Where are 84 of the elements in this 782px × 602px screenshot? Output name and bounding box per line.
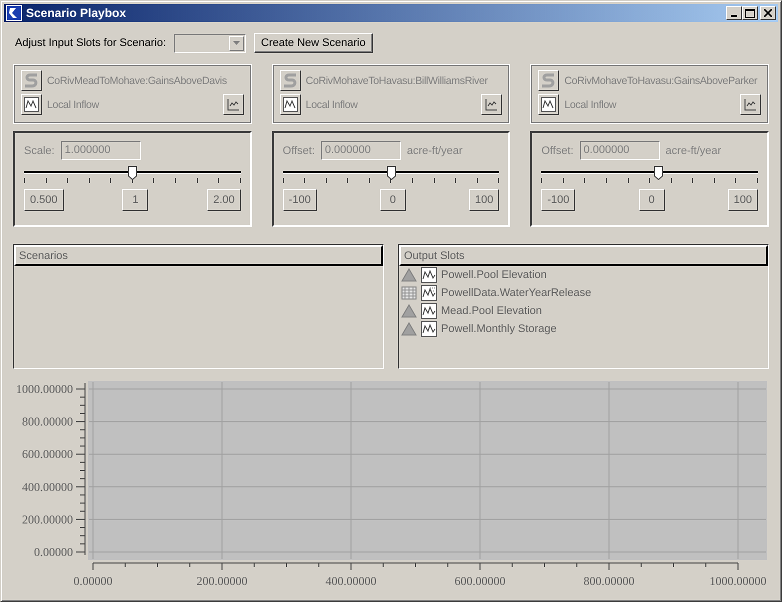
slider-thumb[interactable] [654, 166, 664, 180]
plot-icon [743, 97, 758, 112]
s-icon [541, 73, 556, 88]
scenario-label: Adjust Input Slots for Scenario: [15, 37, 166, 49]
graph-icon [421, 267, 437, 283]
output-slot-item[interactable]: PowellData.WaterYearRelease [441, 287, 592, 299]
slot-type: Local Inflow [306, 98, 359, 110]
mid-button[interactable]: 1 [122, 189, 148, 211]
s-icon [282, 73, 298, 88]
min-button[interactable]: -100 [282, 189, 317, 211]
min-button[interactable]: -100 [541, 189, 576, 211]
max-button[interactable]: 100 [728, 189, 758, 211]
triangle-icon [401, 268, 417, 282]
unit-label: acre-ft/year [406, 144, 463, 156]
slider[interactable] [282, 166, 500, 178]
value-field[interactable]: 0.000000 [320, 141, 401, 160]
x-tick-label: 200.00000 [196, 574, 248, 588]
create-scenario-button[interactable]: Create New Scenario [254, 33, 373, 53]
output-slot-item[interactable]: Powell.Monthly Storage [441, 323, 557, 335]
slider-thumb[interactable] [128, 166, 138, 180]
y-tick-label: 1000.00000 [16, 382, 73, 396]
value-field[interactable]: 1.000000 [60, 141, 141, 160]
slider-thumb[interactable] [387, 166, 396, 180]
slider[interactable] [541, 166, 758, 178]
plot-button[interactable] [222, 94, 244, 115]
plot-icon [484, 97, 500, 112]
x-tick-label: 0.00000 [74, 574, 112, 588]
y-tick-label: 800.00000 [22, 414, 73, 429]
value-field[interactable]: 0.000000 [580, 141, 660, 160]
list-header[interactable]: Scenarios [14, 245, 383, 266]
output-slot-item[interactable]: Mead.Pool Elevation [441, 305, 542, 317]
slider[interactable] [24, 166, 241, 178]
y-tick-label: 400.00000 [22, 480, 73, 494]
graph-icon [24, 97, 39, 112]
graph-icon [421, 303, 437, 319]
close-button[interactable] [760, 6, 776, 20]
mid-button[interactable]: 0 [638, 189, 665, 211]
unit-label: acre-ft/year [666, 144, 722, 156]
s-icon [24, 73, 39, 88]
y-tick-label: 200.00000 [22, 512, 73, 526]
slot-name: CoRivMohaveToHavasu:BillWilliamsRiver [306, 74, 488, 86]
plot-button[interactable] [740, 94, 762, 115]
slot-type: Local Inflow [47, 98, 100, 110]
close-icon [764, 9, 772, 17]
x-tick-label: 800.00000 [584, 574, 634, 588]
table-icon [401, 286, 417, 300]
plot-button[interactable] [481, 94, 502, 115]
list-header[interactable]: Output Slots [399, 245, 768, 266]
graph-icon [282, 97, 298, 112]
window-title: Scenario Playbox [26, 6, 128, 20]
y-tick-label: 600.00000 [22, 447, 73, 462]
app-icon [6, 5, 22, 21]
max-button[interactable]: 100 [468, 189, 500, 211]
maximize-button[interactable] [742, 6, 758, 20]
minimize-button[interactable] [726, 6, 742, 20]
s-icon-button[interactable] [21, 70, 42, 91]
triangle-icon [401, 322, 417, 336]
x-tick-label: 600.00000 [454, 574, 506, 588]
slot-type: Local Inflow [564, 98, 618, 110]
graph-button[interactable] [280, 94, 301, 115]
mid-button[interactable]: 0 [380, 189, 406, 211]
graph-icon [421, 321, 437, 337]
x-tick-label: 400.00000 [326, 574, 376, 588]
graph-button[interactable] [21, 94, 42, 115]
max-button[interactable]: 2.00 [207, 189, 241, 211]
maximize-icon [745, 8, 755, 18]
scenario-dropdown[interactable] [174, 34, 246, 52]
output-slot-item[interactable]: Powell.Pool Elevation [441, 269, 547, 281]
min-button[interactable]: 0.500 [24, 189, 64, 211]
triangle-icon [401, 304, 417, 318]
adjust-label: Offset: [541, 144, 574, 156]
graph-icon [421, 285, 437, 301]
caret-icon [233, 41, 240, 45]
plot-icon [226, 97, 241, 112]
s-icon-button[interactable] [538, 70, 560, 91]
adjust-label: Offset: [282, 144, 315, 156]
x-tick-label: 1000.00000 [710, 574, 766, 588]
y-tick-label: 0.00000 [34, 545, 73, 559]
graph-icon [541, 97, 556, 112]
adjust-label: Scale: [24, 144, 55, 156]
graph-button[interactable] [538, 94, 560, 115]
slot-name: CoRivMeadToMohave:GainsAboveDavis [47, 74, 227, 86]
slot-name: CoRivMohaveToHavasu:GainsAboveParker [564, 74, 758, 86]
s-icon-button[interactable] [280, 70, 301, 91]
